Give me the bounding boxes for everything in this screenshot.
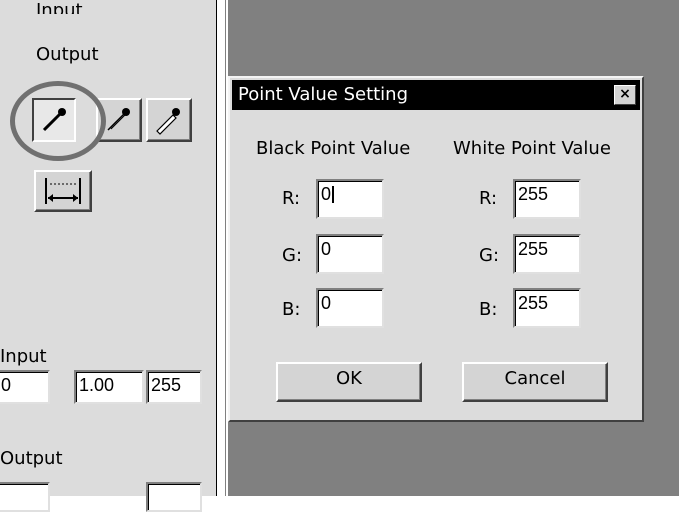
white-b-field[interactable]: 255 xyxy=(513,288,581,328)
white-r-label: R: xyxy=(479,188,498,209)
white-g-label: G: xyxy=(479,245,500,266)
panel-divider-highlight xyxy=(217,0,225,496)
black-g-field[interactable]: 0 xyxy=(316,234,384,274)
black-g-label: G: xyxy=(282,245,303,266)
ok-button[interactable]: OK xyxy=(276,362,422,402)
black-r-field[interactable]: 0 xyxy=(316,179,384,219)
white-point-eyedropper-button[interactable] xyxy=(146,98,192,142)
auto-level-button[interactable] xyxy=(34,170,92,212)
output-black-field[interactable] xyxy=(0,482,50,512)
dialog-titlebar: Point Value Setting × xyxy=(232,80,640,110)
eyedropper-icon xyxy=(156,108,180,135)
black-b-label: B: xyxy=(282,299,301,320)
input-white-field[interactable]: 255 xyxy=(146,370,202,404)
highlight-circle xyxy=(10,81,106,161)
text-cursor xyxy=(332,186,335,203)
black-r-value: 0 xyxy=(321,184,332,204)
panel-divider-shadow xyxy=(225,0,226,496)
white-b-label: B: xyxy=(479,299,498,320)
input-black-field[interactable]: 0 xyxy=(0,370,50,404)
input-gamma-field[interactable]: 1.00 xyxy=(74,370,144,404)
close-icon: × xyxy=(619,86,631,102)
dialog-title: Point Value Setting xyxy=(238,84,409,105)
white-g-field[interactable]: 255 xyxy=(513,234,581,274)
white-r-field[interactable]: 255 xyxy=(513,179,581,219)
black-point-header: Black Point Value xyxy=(256,138,411,159)
output-label-bottom: Output xyxy=(0,448,63,469)
point-value-setting-dialog: Point Value Setting × Black Point Value … xyxy=(228,76,644,422)
white-point-header: White Point Value xyxy=(453,138,611,159)
output-white-field[interactable] xyxy=(146,482,202,512)
output-label: Output xyxy=(36,44,99,65)
input-label-top: Input xyxy=(36,0,83,14)
close-button[interactable]: × xyxy=(614,85,636,105)
left-panel xyxy=(0,0,216,496)
cancel-button[interactable]: Cancel xyxy=(462,362,608,402)
black-b-field[interactable]: 0 xyxy=(316,288,384,328)
levels-icon xyxy=(45,178,81,204)
black-r-label: R: xyxy=(282,188,301,209)
input-label: Input xyxy=(0,346,47,367)
